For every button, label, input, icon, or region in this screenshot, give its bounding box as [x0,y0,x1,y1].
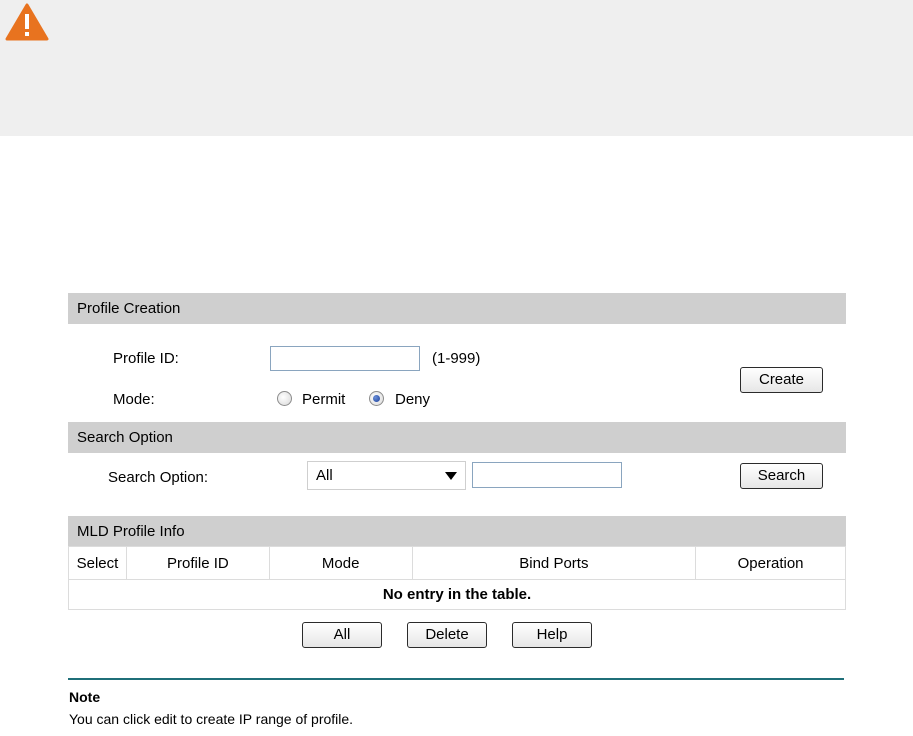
warning-icon [5,3,49,41]
note-title: Note [69,689,101,705]
table-row: No entry in the table. [68,579,846,610]
search-value-input[interactable] [472,462,622,488]
help-button[interactable]: Help [512,622,592,648]
search-option-label: Search Option: [108,469,209,486]
search-option-select[interactable]: All [307,461,466,490]
warning-banner [0,0,913,136]
permit-label: Permit [302,391,346,408]
profile-creation-header: Profile Creation [68,293,846,324]
profile-id-input[interactable] [270,346,420,371]
column-mode: Mode [268,546,413,580]
column-bind-ports: Bind Ports [411,546,697,580]
all-button[interactable]: All [302,622,382,648]
column-operation: Operation [695,546,846,580]
profile-info-table: Select Profile ID Mode Bind Ports Operat… [68,546,846,610]
permit-radio[interactable] [277,391,292,406]
search-option-select-value: All [316,467,333,484]
column-select: Select [68,546,127,580]
profile-id-range: (1-999) [432,350,481,367]
create-button[interactable]: Create [740,367,823,393]
empty-table-message: No entry in the table. [68,579,846,610]
search-button[interactable]: Search [740,463,823,489]
profile-id-label: Profile ID: [113,350,179,367]
note-divider [68,678,844,680]
delete-button[interactable]: Delete [407,622,487,648]
deny-radio[interactable] [369,391,384,406]
chevron-down-icon [445,472,457,480]
search-option-header: Search Option [68,422,846,453]
mode-label: Mode: [113,391,155,408]
table-header-row: Select Profile ID Mode Bind Ports Operat… [68,546,846,580]
note-text: You can click edit to create IP range of… [69,711,354,727]
deny-label: Deny [395,391,431,408]
column-profile-id: Profile ID [125,546,270,580]
profile-info-header: MLD Profile Info [68,516,846,547]
